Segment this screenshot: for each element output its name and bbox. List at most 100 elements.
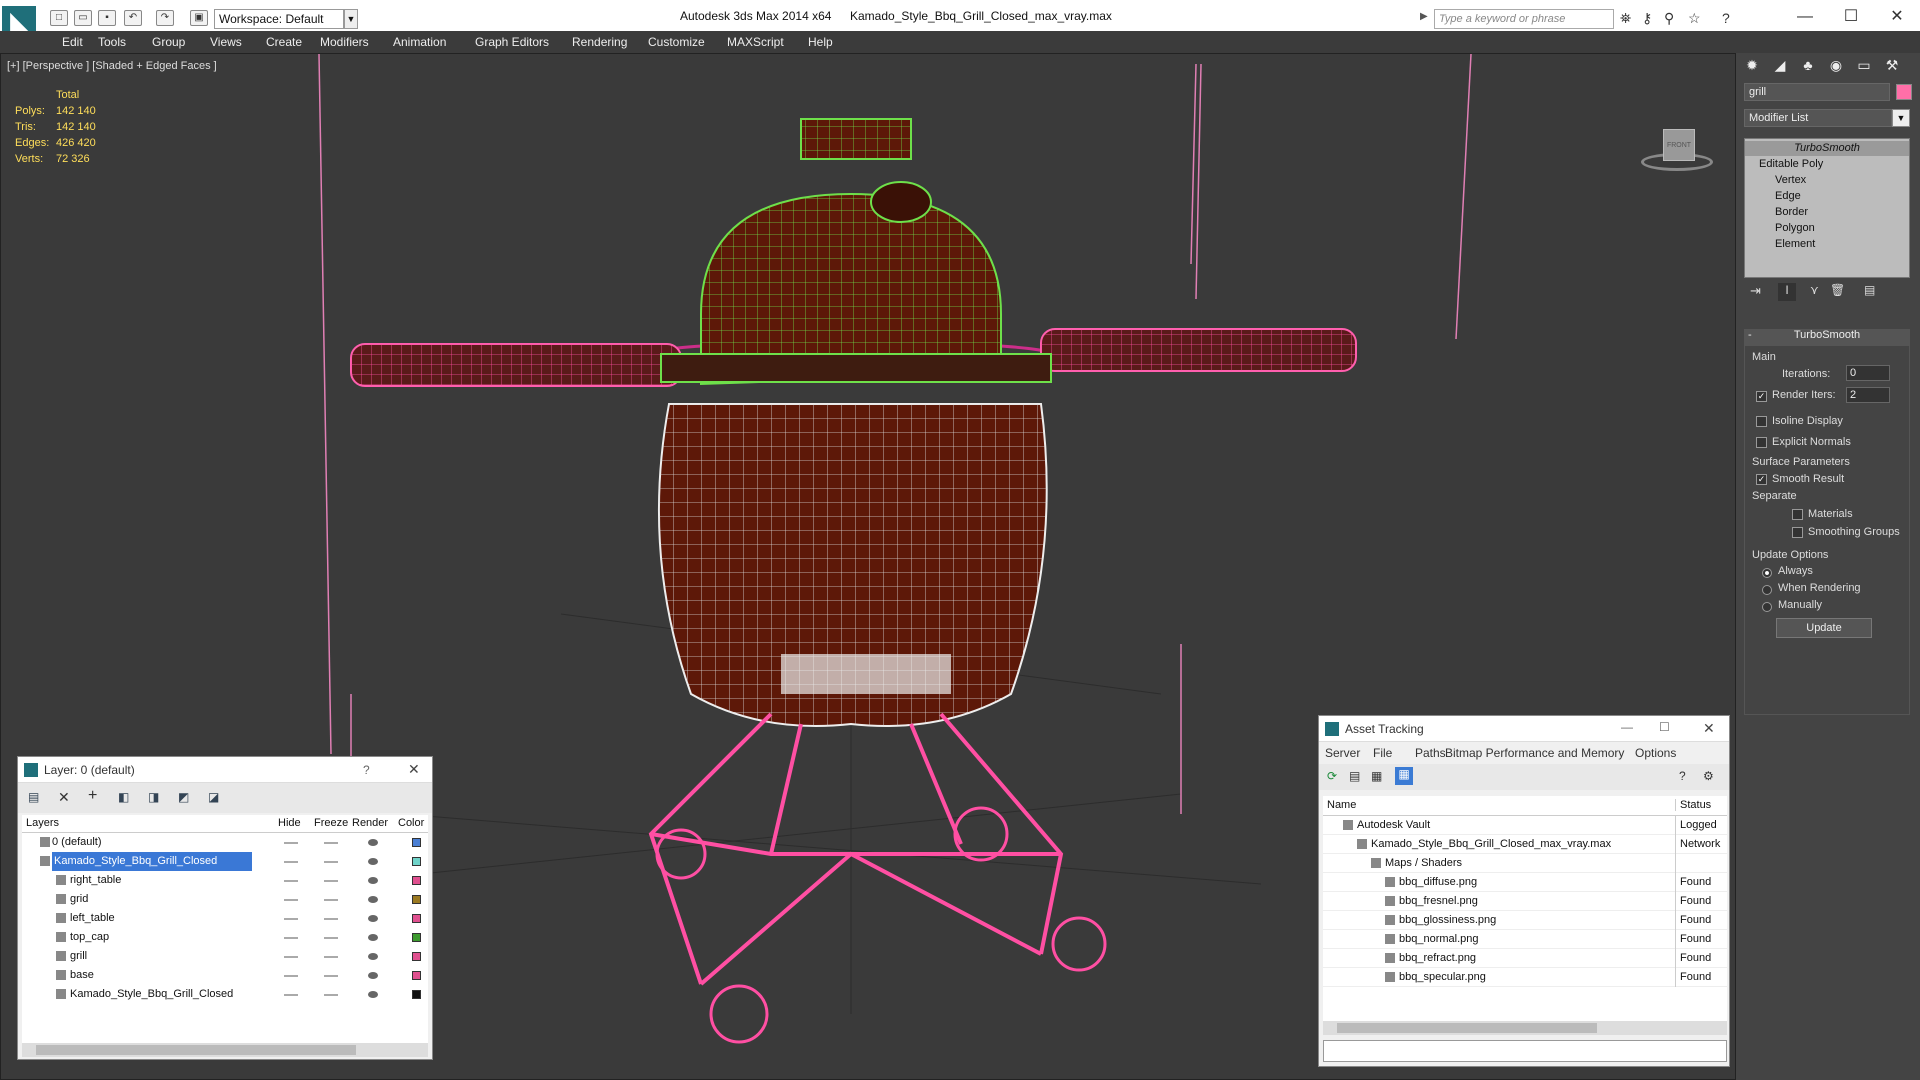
object-color-swatch[interactable]: [1896, 84, 1912, 100]
hide-toggle[interactable]: [284, 975, 298, 977]
asset-name[interactable]: Maps / Shaders: [1385, 854, 1462, 873]
layer-color-swatch[interactable]: [412, 876, 421, 885]
menu-create[interactable]: Create: [266, 35, 302, 49]
asset-name[interactable]: bbq_refract.png: [1399, 949, 1476, 968]
hide-toggle[interactable]: [284, 937, 298, 939]
layer-name[interactable]: Kamado_Style_Bbq_Grill_Closed: [70, 985, 233, 1004]
stack-item-vertex[interactable]: Vertex: [1745, 173, 1909, 188]
search-input[interactable]: Type a keyword or phrase: [1434, 9, 1614, 29]
render-toggle-icon[interactable]: [368, 953, 378, 960]
materials-checkbox[interactable]: [1792, 507, 1803, 521]
display-tab-icon[interactable]: ▭: [1854, 57, 1874, 77]
menu-edit[interactable]: Edit: [62, 35, 83, 49]
asset-row[interactable]: Autodesk Vault Logged: [1323, 816, 1727, 835]
layer-row[interactable]: grill: [22, 947, 428, 966]
layer-color-swatch[interactable]: [412, 895, 421, 904]
stack-item-element[interactable]: Element: [1745, 237, 1909, 252]
layer-row[interactable]: left_table: [22, 909, 428, 928]
render-toggle-icon[interactable]: [368, 934, 378, 941]
stack-item-editable-poly[interactable]: Editable Poly: [1745, 157, 1909, 172]
hide-toggle[interactable]: [284, 899, 298, 901]
manually-radio[interactable]: [1762, 599, 1772, 613]
asset-menu-options[interactable]: Options: [1635, 746, 1676, 760]
object-name-input[interactable]: grill: [1744, 83, 1890, 101]
motion-tab-icon[interactable]: ◉: [1826, 57, 1846, 77]
asset-name[interactable]: bbq_normal.png: [1399, 930, 1479, 949]
layer-name[interactable]: 0 (default): [52, 833, 102, 852]
asset-name[interactable]: Kamado_Style_Bbq_Grill_Closed_max_vray.m…: [1371, 835, 1611, 854]
asset-row[interactable]: bbq_diffuse.png Found: [1323, 873, 1727, 892]
refresh-icon[interactable]: ⟳: [1327, 769, 1337, 783]
asset-col-name[interactable]: Name: [1327, 799, 1356, 811]
favorites-star-icon[interactable]: ☆: [1688, 10, 1701, 27]
asset-name[interactable]: bbq_diffuse.png: [1399, 873, 1477, 892]
asset-row[interactable]: bbq_refract.png Found: [1323, 949, 1727, 968]
scrollbar-thumb[interactable]: [36, 1045, 356, 1055]
close-button[interactable]: ✕: [1703, 720, 1715, 737]
layer-name[interactable]: right_table: [70, 871, 121, 890]
layer-row[interactable]: top_cap: [22, 928, 428, 947]
explicit-normals-checkbox[interactable]: [1756, 435, 1767, 449]
asset-row[interactable]: Kamado_Style_Bbq_Grill_Closed_max_vray.m…: [1323, 835, 1727, 854]
grill-model[interactable]: [350, 118, 1357, 1044]
asset-menu-paths[interactable]: Paths: [1415, 746, 1446, 760]
asset-menu-server[interactable]: Server: [1325, 746, 1360, 760]
render-iters-spinner[interactable]: 2: [1846, 387, 1890, 403]
render-toggle-icon[interactable]: [368, 991, 378, 998]
asset-menu-file[interactable]: File: [1373, 746, 1392, 760]
stack-item-turbosmooth[interactable]: TurboSmooth: [1745, 141, 1909, 156]
freeze-toggle[interactable]: [324, 918, 338, 920]
layer-row[interactable]: Kamado_Style_Bbq_Grill_Closed: [22, 985, 428, 1004]
utilities-tab-icon[interactable]: ⚒: [1882, 57, 1902, 77]
layer-color-swatch[interactable]: [412, 933, 421, 942]
thumbnail-view-icon[interactable]: ▦: [1371, 769, 1382, 783]
layer-color-swatch[interactable]: [412, 857, 421, 866]
horizontal-scrollbar[interactable]: [1323, 1021, 1727, 1035]
freeze-toggle[interactable]: [324, 937, 338, 939]
help-icon[interactable]: ?: [1679, 769, 1686, 783]
asset-row[interactable]: Maps / Shaders: [1323, 854, 1727, 873]
hide-toggle[interactable]: [284, 861, 298, 863]
help-icon[interactable]: ?: [1722, 10, 1730, 26]
render-toggle-icon[interactable]: [368, 877, 378, 884]
menu-maxscript[interactable]: MAXScript: [727, 35, 784, 49]
freeze-toggle[interactable]: [324, 899, 338, 901]
freeze-toggle[interactable]: [324, 861, 338, 863]
hide-toggle[interactable]: [284, 994, 298, 996]
asset-name[interactable]: bbq_specular.png: [1399, 968, 1486, 987]
hide-toggle[interactable]: [284, 918, 298, 920]
render-toggle-icon[interactable]: [368, 858, 378, 865]
freeze-toggle[interactable]: [324, 956, 338, 958]
table-view-icon[interactable]: ▦: [1395, 767, 1413, 785]
hide-toggle[interactable]: [284, 956, 298, 958]
layer-name[interactable]: Kamado_Style_Bbq_Grill_Closed: [52, 852, 252, 871]
add-to-layer-icon[interactable]: +: [88, 787, 97, 805]
modifier-list-dropdown[interactable]: Modifier List: [1744, 109, 1892, 127]
asset-menu-bitmap-performance-and-memory[interactable]: Bitmap Performance and Memory: [1445, 746, 1624, 760]
freeze-toggle[interactable]: [324, 994, 338, 996]
asset-row[interactable]: bbq_fresnel.png Found: [1323, 892, 1727, 911]
show-end-result-icon[interactable]: Ι: [1778, 283, 1796, 301]
menu-views[interactable]: Views: [210, 35, 242, 49]
layer-color-swatch[interactable]: [412, 838, 421, 847]
maximize-button[interactable]: ☐: [1828, 4, 1874, 30]
layer-color-swatch[interactable]: [412, 990, 421, 999]
layer-color-swatch[interactable]: [412, 971, 421, 980]
chevron-down-icon[interactable]: ▼: [1892, 109, 1910, 127]
always-radio[interactable]: [1762, 565, 1772, 579]
render-iters-checkbox[interactable]: ✓: [1756, 389, 1767, 403]
layer-col-hide[interactable]: Hide: [278, 817, 301, 829]
isoline-display-checkbox[interactable]: [1756, 414, 1767, 428]
menu-tools[interactable]: Tools: [98, 35, 126, 49]
layer-name[interactable]: base: [70, 966, 94, 985]
layer-row[interactable]: right_table: [22, 871, 428, 890]
update-button[interactable]: Update: [1776, 618, 1872, 638]
configure-modifier-sets-icon[interactable]: ▤: [1864, 283, 1875, 297]
asset-row[interactable]: bbq_normal.png Found: [1323, 930, 1727, 949]
workspace-dropdown[interactable]: Workspace: Default: [214, 9, 344, 29]
freeze-toggle[interactable]: [324, 975, 338, 977]
layer-col-freeze[interactable]: Freeze: [314, 817, 348, 829]
layer-name[interactable]: left_table: [70, 909, 115, 928]
list-view-icon[interactable]: ▤: [1349, 769, 1360, 783]
menu-animation[interactable]: Animation: [393, 35, 446, 49]
